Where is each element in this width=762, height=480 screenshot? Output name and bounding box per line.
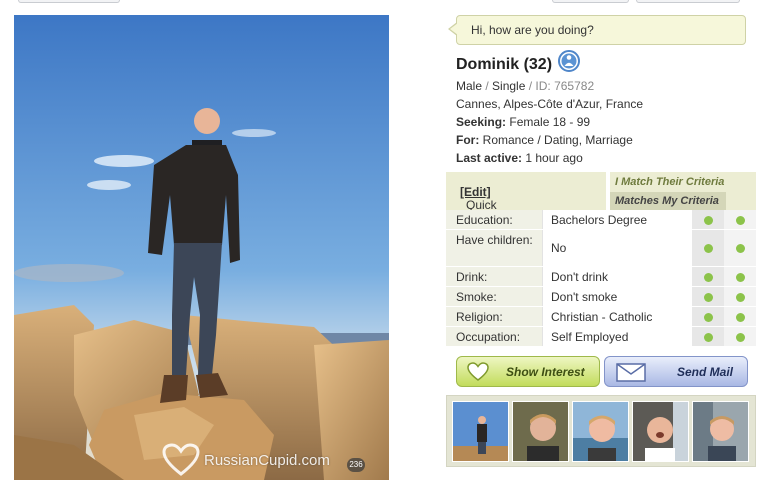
- matches-my-criteria-header: Matches My Criteria: [610, 192, 726, 210]
- row-label: Drink:: [446, 267, 542, 286]
- last-active-value: 1 hour ago: [525, 151, 583, 165]
- row-value: Self Employed: [542, 327, 692, 346]
- edit-link[interactable]: [Edit]: [460, 185, 491, 199]
- row-label: Have children:: [446, 230, 542, 266]
- send-mail-button[interactable]: Send Mail: [604, 356, 748, 387]
- heart-icon: [467, 362, 489, 381]
- heart-logo-icon: [162, 443, 200, 476]
- match-dot-icon: [736, 244, 745, 253]
- gender: Male: [456, 79, 483, 93]
- main-profile-photo[interactable]: RussianCupid.com 236: [14, 15, 389, 480]
- row-value: Don't drink: [542, 267, 692, 286]
- match-dot-icon: [736, 313, 745, 322]
- location: Cannes, Alpes-Côte d'Azur, France: [456, 97, 644, 111]
- seeking-line: Seeking: Female 18 - 99: [456, 115, 590, 129]
- last-active-line: Last active: 1 hour ago: [456, 151, 583, 165]
- seeking-value: Female 18 - 99: [509, 115, 591, 129]
- show-interest-label: Show Interest: [506, 365, 585, 379]
- profile-name: Dominik (32): [456, 56, 553, 73]
- seeking-label: Seeking:: [456, 115, 507, 129]
- criteria-header-fill: [726, 192, 756, 210]
- match-dot-icon: [736, 333, 745, 342]
- greeting-bubble: Hi, how are you doing?: [456, 15, 746, 45]
- thumbnail-photo[interactable]: [512, 401, 569, 462]
- table-row: Occupation: Self Employed: [446, 327, 756, 347]
- for-value: Romance / Dating, Marriage: [482, 133, 633, 147]
- match-dot-icon: [704, 273, 713, 282]
- row-value: No: [542, 230, 692, 266]
- separator: /: [482, 79, 493, 93]
- row-label: Occupation:: [446, 327, 542, 346]
- row-label: Religion:: [446, 307, 542, 326]
- top-tab-3[interactable]: [636, 0, 740, 3]
- match-dot-icon: [704, 244, 713, 253]
- watermark-text: RussianCupid.com: [204, 451, 330, 469]
- table-row: Have children: No: [446, 230, 756, 267]
- row-value: Bachelors Degree: [542, 210, 692, 229]
- match-dot-icon: [704, 216, 713, 225]
- row-value: Don't smoke: [542, 287, 692, 306]
- thumbnail-photo[interactable]: [692, 401, 749, 462]
- for-label: For:: [456, 133, 480, 147]
- verified-user-icon[interactable]: [558, 50, 581, 72]
- row-label: Education:: [446, 210, 542, 229]
- row-value: Christian - Catholic: [542, 307, 692, 326]
- match-dot-icon: [704, 293, 713, 302]
- match-dot-icon: [736, 293, 745, 302]
- quick-view-table: Education: Bachelors Degree Have childre…: [446, 210, 756, 347]
- watermark: RussianCupid.com: [162, 443, 330, 477]
- match-dot-icon: [736, 273, 745, 282]
- quick-view-header: Quick View [Edit]: [446, 172, 608, 226]
- bubble-tail-inner: [450, 23, 458, 35]
- top-tabs-strip: [0, 0, 762, 4]
- photo-thumbnail-strip: [446, 395, 756, 467]
- thumbnail-photo[interactable]: [572, 401, 629, 462]
- for-line: For: Romance / Dating, Marriage: [456, 133, 633, 147]
- show-interest-button[interactable]: Show Interest: [456, 356, 600, 387]
- thumbnail-photo[interactable]: [632, 401, 689, 462]
- last-active-label: Last active:: [456, 151, 523, 165]
- marital-status: Single: [492, 79, 526, 93]
- table-row: Religion: Christian - Catholic: [446, 307, 756, 327]
- envelope-icon: [616, 363, 646, 382]
- photo-count-badge: 236: [347, 458, 365, 472]
- table-row: Smoke: Don't smoke: [446, 287, 756, 307]
- thumbnail-photo[interactable]: [452, 401, 509, 462]
- profile-basics: Male / Single / ID: 765782: [456, 79, 594, 93]
- i-match-their-criteria-header: I Match Their Criteria: [610, 172, 756, 192]
- profile-header: Dominik (32): [456, 50, 581, 74]
- row-label: Smoke:: [446, 287, 542, 306]
- criteria-header: Quick View [Edit] I Match Their Criteria…: [446, 172, 756, 226]
- profile-id: ID: 765782: [535, 79, 595, 93]
- top-tab-2[interactable]: [552, 0, 629, 3]
- match-dot-icon: [704, 333, 713, 342]
- match-dot-icon: [704, 313, 713, 322]
- separator: /: [525, 79, 536, 93]
- table-row: Drink: Don't drink: [446, 267, 756, 287]
- top-tab-1[interactable]: [18, 0, 120, 3]
- match-dot-icon: [736, 216, 745, 225]
- send-mail-label: Send Mail: [677, 365, 734, 379]
- table-row: Education: Bachelors Degree: [446, 210, 756, 230]
